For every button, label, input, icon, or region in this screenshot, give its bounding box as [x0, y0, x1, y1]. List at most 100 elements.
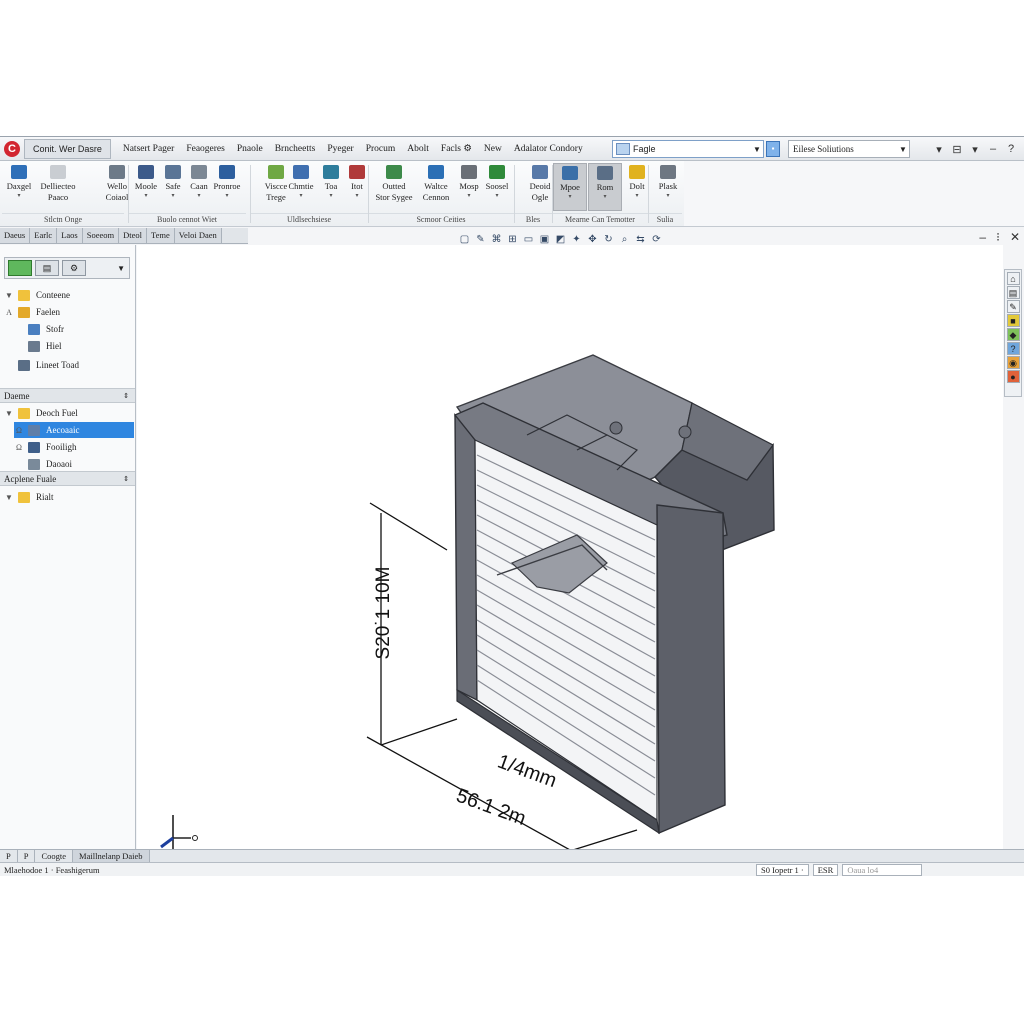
chevron-down-icon[interactable]: ▾: [666, 192, 669, 199]
menu-item[interactable]: Facls ⚙: [435, 137, 478, 161]
menu-item[interactable]: Adalator Condory: [508, 137, 589, 161]
tree-item[interactable]: Ω Aecoaaic: [14, 422, 134, 438]
collapse-icon[interactable]: ⇕: [123, 392, 129, 400]
chevron-down-icon[interactable]: ▼: [117, 264, 125, 273]
close-viewport-icon[interactable]: ✕: [1010, 230, 1020, 244]
configuration-manager-icon[interactable]: ⚙: [62, 260, 86, 276]
view-palette-icon[interactable]: ■: [1006, 314, 1020, 327]
feature-manager-tab[interactable]: Veloi Daen: [174, 228, 222, 243]
design-library-icon[interactable]: ▤: [1006, 286, 1020, 299]
chevron-down-icon[interactable]: ▾: [966, 143, 984, 156]
feature-manager-tab[interactable]: Dteol: [119, 228, 147, 243]
ribbon-button[interactable]: Plask ▾: [651, 163, 685, 211]
tree-expand-icon[interactable]: Ω: [14, 426, 24, 435]
feature-manager-tab[interactable]: Earlc: [30, 228, 58, 243]
rotate-icon[interactable]: ↻: [602, 233, 615, 246]
chevron-down-icon[interactable]: ▾: [467, 192, 470, 199]
tree-item[interactable]: ▼ Rialt: [4, 489, 54, 505]
ribbon-button[interactable]: Mpoe ▾: [553, 163, 587, 211]
property-manager-icon[interactable]: ▤: [35, 260, 59, 276]
menu-item[interactable]: Procum: [360, 137, 402, 161]
chevron-down-icon[interactable]: ▾: [635, 192, 638, 199]
menu-item[interactable]: Brncheetts: [269, 137, 322, 161]
chevron-down-icon[interactable]: ▾: [355, 192, 358, 199]
menu-item[interactable]: Pnaole: [231, 137, 269, 161]
chevron-down-icon[interactable]: ▼: [897, 145, 909, 154]
menu-item[interactable]: Abolt: [401, 137, 435, 161]
view-orientation-icon[interactable]: ▭: [522, 233, 535, 246]
tree-item[interactable]: ▼ Deoch Fuel: [4, 405, 78, 421]
feature-manager-tab[interactable]: Daeus: [0, 228, 31, 243]
file-explorer-icon[interactable]: ✎: [1006, 300, 1020, 313]
chevron-down-icon[interactable]: ▾: [17, 192, 20, 199]
more-options-icon[interactable]: ⁝: [996, 230, 1000, 244]
annotation-icon[interactable]: ✦: [570, 233, 583, 246]
move-icon[interactable]: ✥: [586, 233, 599, 246]
units-field[interactable]: ESR: [812, 864, 839, 876]
appearance-icon[interactable]: ◩: [554, 233, 567, 246]
ribbon-button[interactable]: Pronroe ▾: [210, 163, 244, 211]
tree-item[interactable]: Hiel: [14, 338, 62, 354]
help-icon[interactable]: ?: [1002, 143, 1020, 155]
appearances-icon[interactable]: ◆: [1006, 328, 1020, 341]
screen-capture-icon[interactable]: ▣: [538, 233, 551, 246]
feature-manager-tab[interactable]: Teme: [147, 228, 175, 243]
tree-expand-icon[interactable]: ▼: [4, 291, 14, 300]
dim-vertical-label[interactable]: S20˙1 10M: [373, 567, 394, 660]
zoom-icon[interactable]: ⌕: [618, 233, 631, 246]
feature-manager-icon[interactable]: [8, 260, 32, 276]
menu-item[interactable]: Feaogeres: [180, 137, 231, 161]
bottom-tab[interactable]: P: [0, 850, 18, 862]
sketch-icon[interactable]: ✎: [474, 233, 487, 246]
graphics-area[interactable]: S20˙1 10M 1/4mm 56.1 2m: [137, 245, 1003, 876]
dim-horizontal-label[interactable]: 56.1 2m: [453, 785, 528, 830]
chevron-down-icon[interactable]: ▾: [225, 192, 228, 199]
chevron-down-icon[interactable]: ▾: [171, 192, 174, 199]
recorder-icon[interactable]: ●: [1006, 370, 1020, 383]
bottom-tab[interactable]: Coogte: [35, 850, 74, 862]
tree-item[interactable]: A Faelen: [4, 304, 60, 320]
bottom-tab[interactable]: Maillnelanp Daieb: [73, 850, 150, 862]
bottom-tab[interactable]: P: [18, 850, 36, 862]
section-header[interactable]: Daeme ⇕: [0, 388, 135, 403]
chevron-down-icon[interactable]: ▾: [329, 192, 332, 199]
refresh-icon[interactable]: ⟳: [650, 233, 663, 246]
search-go-button[interactable]: ▪: [766, 141, 780, 157]
tree-expand-icon[interactable]: ▼: [4, 493, 14, 502]
tree-item[interactable]: Stofr: [14, 321, 64, 337]
chevron-down-icon[interactable]: ▾: [603, 193, 606, 200]
menu-item[interactable]: Natsert Pager: [117, 137, 180, 161]
tree-expand-icon[interactable]: A: [4, 308, 14, 317]
feature-manager-tab[interactable]: Laos: [57, 228, 83, 243]
chevron-down-icon[interactable]: ▾: [197, 192, 200, 199]
panel-layout-icon[interactable]: ⊟: [948, 143, 966, 156]
display-style-icon[interactable]: ⊞: [506, 233, 519, 246]
tree-item[interactable]: Ω Fooiligh: [14, 439, 77, 455]
chevron-down-icon[interactable]: ▾: [299, 192, 302, 199]
collapse-icon[interactable]: ⇕: [123, 475, 129, 483]
solutions-combo[interactable]: Eilese Soliutions ▼: [788, 140, 910, 158]
chevron-down-icon[interactable]: ▾: [495, 192, 498, 199]
tree-expand-icon[interactable]: ▼: [4, 409, 14, 418]
feature-manager-tab[interactable]: Soeeom: [82, 228, 120, 243]
ribbon-button[interactable]: Delliecteo Paaco: [36, 163, 80, 211]
search-combo[interactable]: Fagle ▼: [612, 140, 764, 158]
pan-icon[interactable]: ⇆: [634, 233, 647, 246]
menu-item[interactable]: New: [478, 137, 508, 161]
minimize-viewport-icon[interactable]: –: [979, 230, 986, 244]
ribbon-button[interactable]: Outted Stor Sygee: [372, 163, 416, 211]
document-tab[interactable]: Conit. Wer Dasre: [24, 138, 111, 159]
minimize-icon[interactable]: –: [984, 143, 1002, 155]
tree-item[interactable]: Lineet Toad: [4, 357, 79, 373]
section-header[interactable]: Acplene Fuale ⇕: [0, 471, 135, 486]
chevron-down-icon[interactable]: ▾: [144, 192, 147, 199]
zoom-fit-icon[interactable]: ▢: [458, 233, 471, 246]
tree-expand-icon[interactable]: Ω: [14, 443, 24, 452]
resources-icon[interactable]: ⌂: [1006, 272, 1020, 285]
tree-item[interactable]: Daoaoi: [14, 456, 72, 472]
ribbon-button[interactable]: Soosel ▾: [480, 163, 514, 211]
ribbon-button[interactable]: Daxgel ▾: [2, 163, 36, 211]
app-logo-icon[interactable]: C: [4, 140, 20, 157]
tree-item[interactable]: ▼ Conteene: [4, 287, 70, 303]
chevron-down-icon[interactable]: ▼: [751, 145, 763, 154]
